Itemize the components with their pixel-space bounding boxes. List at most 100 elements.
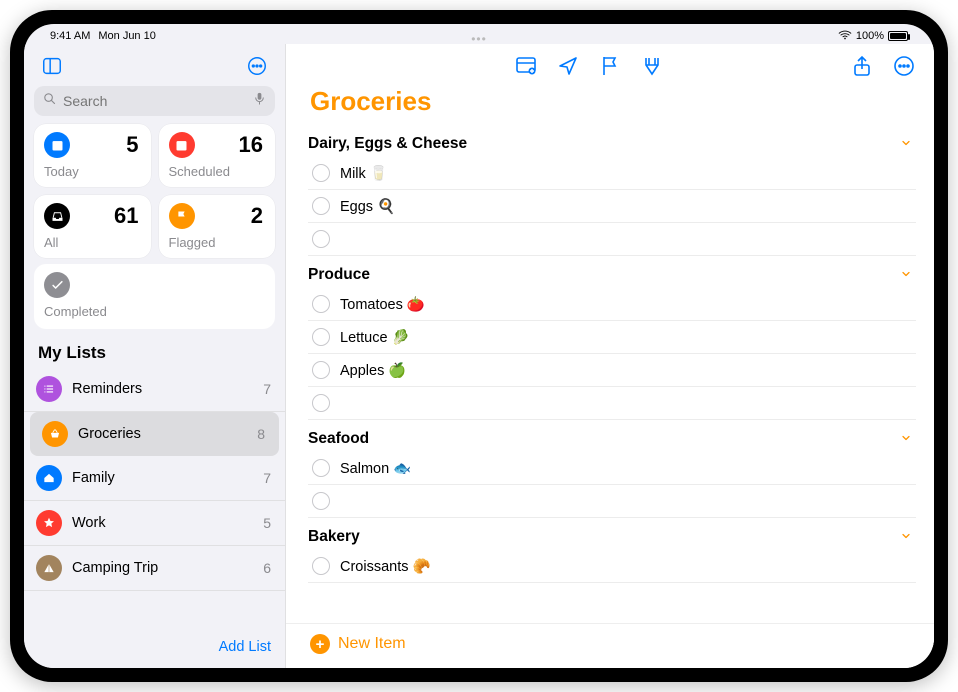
star-icon — [36, 510, 62, 536]
completion-circle[interactable] — [312, 459, 330, 477]
main-pane: Groceries Dairy, Eggs & Cheese Milk 🥛 Eg… — [286, 44, 934, 668]
new-item-label: New Item — [338, 635, 406, 653]
chevron-down-icon[interactable] — [900, 267, 912, 283]
tray-icon — [44, 203, 70, 229]
list-row-camping-trip[interactable]: Camping Trip 6 — [24, 546, 285, 591]
home-icon — [36, 465, 62, 491]
list-row-groceries[interactable]: Groceries 8 — [30, 412, 279, 456]
reminder-text[interactable]: Eggs 🍳 — [340, 198, 395, 215]
tag-button[interactable] — [640, 54, 664, 78]
status-date: Mon Jun 10 — [98, 30, 155, 42]
completion-circle[interactable] — [312, 492, 330, 510]
screen: ••• 9:41 AM Mon Jun 10 100% — [24, 24, 934, 668]
reminder-row[interactable]: Tomatoes 🍅 — [308, 288, 916, 321]
section-header[interactable]: Produce — [304, 256, 916, 288]
tent-icon — [36, 555, 62, 581]
completion-circle[interactable] — [312, 230, 330, 248]
completion-circle[interactable] — [312, 197, 330, 215]
smart-count: 5 — [126, 132, 138, 158]
section-title: Produce — [308, 266, 370, 284]
status-time: 9:41 AM — [50, 30, 90, 42]
smart-list-today[interactable]: 5 Today — [34, 124, 151, 187]
smart-label: All — [44, 235, 139, 250]
smart-count: 2 — [251, 203, 263, 229]
list-icon — [36, 376, 62, 402]
smart-label: Today — [44, 164, 139, 179]
list-count: 7 — [263, 470, 271, 486]
list-row-work[interactable]: Work 5 — [24, 501, 285, 546]
reminder-empty-row[interactable] — [308, 387, 916, 420]
reminder-empty-row[interactable] — [308, 485, 916, 518]
search-icon — [42, 91, 57, 111]
sidebar: 5 Today 16 Scheduled 61 All 2 Flagged Co… — [24, 44, 286, 668]
main-toolbar — [286, 44, 934, 84]
reminder-text[interactable]: Salmon 🐟 — [340, 460, 411, 477]
completion-circle[interactable] — [312, 394, 330, 412]
reminder-text[interactable]: Tomatoes 🍅 — [340, 296, 425, 313]
list-title: Groceries — [286, 84, 934, 125]
section-title: Seafood — [308, 430, 369, 448]
smart-list-flagged[interactable]: 2 Flagged — [159, 195, 276, 258]
reminder-text[interactable]: Croissants 🥐 — [340, 558, 431, 575]
section-header[interactable]: Bakery — [304, 518, 916, 550]
battery-icon — [888, 31, 908, 41]
smart-list-all[interactable]: 61 All — [34, 195, 151, 258]
section-header[interactable]: Seafood — [304, 420, 916, 452]
completion-circle[interactable] — [312, 295, 330, 313]
calendar-icon — [44, 132, 70, 158]
list-count: 6 — [263, 560, 271, 576]
reminder-row[interactable]: Apples 🍏 — [308, 354, 916, 387]
basket-icon — [42, 421, 68, 447]
smart-count: 16 — [239, 132, 263, 158]
reminder-row[interactable]: Eggs 🍳 — [308, 190, 916, 223]
plus-icon: + — [310, 634, 330, 654]
chevron-down-icon[interactable] — [900, 431, 912, 447]
list-row-family[interactable]: Family 7 — [24, 456, 285, 501]
flag-icon — [169, 203, 195, 229]
search-input[interactable] — [63, 93, 246, 109]
template-button[interactable] — [514, 54, 538, 78]
reminder-row[interactable]: Salmon 🐟 — [308, 452, 916, 485]
reminder-row[interactable]: Croissants 🥐 — [308, 550, 916, 583]
my-lists-header: My Lists — [24, 333, 285, 367]
search-field[interactable] — [34, 86, 275, 116]
chevron-down-icon[interactable] — [900, 529, 912, 545]
list-count: 8 — [257, 426, 265, 442]
smart-list-scheduled[interactable]: 16 Scheduled — [159, 124, 276, 187]
new-item-button[interactable]: + New Item — [286, 623, 934, 668]
mic-icon[interactable] — [252, 91, 267, 111]
add-list-button[interactable]: Add List — [219, 639, 271, 655]
share-button[interactable] — [850, 54, 874, 78]
check-icon — [44, 272, 70, 298]
reminder-row[interactable]: Lettuce 🥬 — [308, 321, 916, 354]
smart-label: Flagged — [169, 235, 264, 250]
list-row-reminders[interactable]: Reminders 7 — [24, 367, 285, 412]
reminder-empty-row[interactable] — [308, 223, 916, 256]
ipad-frame: ••• 9:41 AM Mon Jun 10 100% — [10, 10, 948, 682]
list-name: Reminders — [72, 381, 253, 397]
chevron-down-icon[interactable] — [900, 136, 912, 152]
section-header[interactable]: Dairy, Eggs & Cheese — [304, 125, 916, 157]
completion-circle[interactable] — [312, 328, 330, 346]
location-button[interactable] — [556, 54, 580, 78]
reminder-row[interactable]: Milk 🥛 — [308, 157, 916, 190]
battery-percent: 100% — [856, 30, 884, 42]
section-title: Dairy, Eggs & Cheese — [308, 135, 467, 153]
completion-circle[interactable] — [312, 557, 330, 575]
smart-label: Scheduled — [169, 164, 264, 179]
reminder-text[interactable]: Milk 🥛 — [340, 165, 388, 182]
list-count: 5 — [263, 515, 271, 531]
list-name: Family — [72, 470, 253, 486]
more-button[interactable] — [243, 52, 271, 80]
reminder-text[interactable]: Apples 🍏 — [340, 362, 406, 379]
list-name: Groceries — [78, 426, 247, 442]
completion-circle[interactable] — [312, 164, 330, 182]
list-name: Camping Trip — [72, 560, 253, 576]
completed-card[interactable]: Completed — [34, 264, 275, 329]
completion-circle[interactable] — [312, 361, 330, 379]
calendar-icon — [169, 132, 195, 158]
flag-button[interactable] — [598, 54, 622, 78]
sidebar-toggle-button[interactable] — [38, 52, 66, 80]
reminder-text[interactable]: Lettuce 🥬 — [340, 329, 410, 346]
more-options-button[interactable] — [892, 54, 916, 78]
